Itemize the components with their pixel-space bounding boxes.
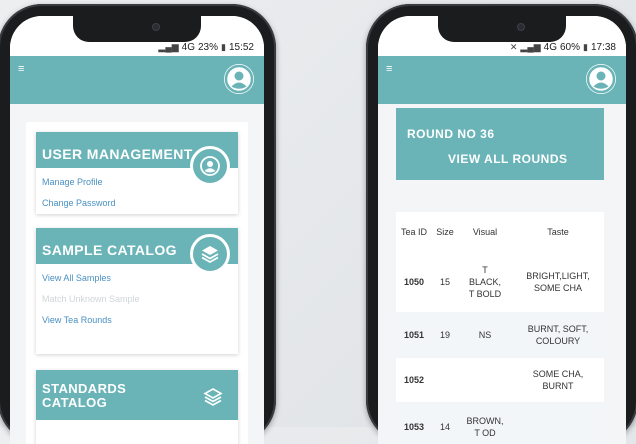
user-avatar-icon — [224, 64, 254, 94]
battery-level: 60% — [560, 42, 581, 53]
app-bar: ≡ — [10, 56, 264, 104]
notch — [73, 16, 201, 42]
user-management-card: USER MANAGEMENT Manage Profile Change Pa… — [36, 132, 238, 214]
tea-id-cell: 1051 — [396, 312, 432, 358]
dashboard: USER MANAGEMENT Manage Profile Change Pa… — [10, 104, 264, 444]
user-icon — [190, 146, 230, 186]
right-screen: ✕ ▂▄▆ 4G 60% ▮ 17:38 ≡ ROUND NO 36 VIEW … — [378, 16, 626, 444]
taste-line: BURNT — [542, 381, 574, 391]
user-avatar-icon — [586, 64, 616, 94]
view-all-rounds-link[interactable]: VIEW ALL ROUNDS — [448, 152, 568, 166]
table-row[interactable]: 1051 19 NS BURNT, SOFT, COLOURY — [396, 312, 604, 358]
round-title: ROUND NO 36 — [407, 127, 495, 141]
visual-cell — [458, 358, 512, 402]
notch — [438, 16, 566, 42]
header-tea-id: Tea ID — [400, 227, 427, 237]
match-unknown-sample-link: Match Unknown Sample — [42, 294, 140, 304]
round-header-card: ROUND NO 36 VIEW ALL ROUNDS — [396, 108, 604, 180]
camera — [518, 24, 524, 30]
clock: 17:38 — [590, 42, 616, 53]
table-row[interactable]: 1050 15 T BLACK, T BOLD BRIGHT,LIGHT, SO… — [396, 252, 604, 312]
taste-line: BURNT, SOFT, — [527, 324, 589, 334]
taste-line: SOME CHA — [533, 283, 582, 293]
layers-icon — [196, 380, 230, 414]
taste-line: COLOURY — [535, 336, 581, 346]
taste-line: BRIGHT,LIGHT, — [526, 271, 590, 281]
tea-id-cell: 1050 — [403, 277, 425, 287]
visual-line: T BOLD — [468, 289, 502, 299]
network-type: 4G — [543, 42, 557, 53]
taste-line: SOME CHA, — [532, 369, 584, 379]
signal-icon: ▂▄▆ — [158, 42, 179, 52]
sample-catalog-card: SAMPLE CATALOG View All Samples Match Un… — [36, 228, 238, 354]
card-title: SAMPLE CATALOG — [42, 242, 177, 258]
taste-cell: BRIGHT,LIGHT, SOME CHA — [512, 252, 604, 312]
profile-button[interactable] — [224, 64, 254, 94]
table-row[interactable]: 1052 SOME CHA, BURNT — [396, 358, 604, 402]
table-row[interactable]: 1053 14 BROWN, T OD — [396, 402, 604, 444]
visual-cell: NS — [458, 312, 512, 358]
visual-cell: BROWN, T OD — [458, 402, 512, 444]
visual-line: BROWN, — [466, 416, 504, 426]
dashboard-panel: USER MANAGEMENT Manage Profile Change Pa… — [26, 122, 248, 444]
rounds-table-container: Tea ID Size Visual Taste 1050 15 T BLACK… — [396, 212, 604, 444]
standards-catalog-card: STANDARDS CATALOG — [36, 370, 238, 444]
card-header: USER MANAGEMENT — [36, 132, 238, 186]
battery-icon: ▮ — [583, 42, 588, 52]
battery-icon: ▮ — [221, 42, 226, 52]
header-size: Size — [436, 227, 454, 237]
app-bar: ≡ — [378, 56, 626, 104]
clock: 15:52 — [228, 42, 254, 53]
left-phone: ▂▄▆ 4G 23% ▮ 15:52 ≡ USER MANAGEMENT Man… — [0, 4, 276, 444]
layers-icon — [190, 234, 230, 274]
mute-icon: ✕ — [509, 42, 518, 52]
view-all-samples-link[interactable]: View All Samples — [42, 273, 232, 283]
profile-button[interactable] — [586, 64, 616, 94]
tea-id-cell: 1053 — [396, 402, 432, 444]
camera — [153, 24, 159, 30]
right-phone: ✕ ▂▄▆ 4G 60% ▮ 17:38 ≡ ROUND NO 36 VIEW … — [366, 4, 636, 444]
card-header: STANDARDS CATALOG — [36, 370, 238, 420]
tea-id-cell: 1052 — [403, 375, 425, 385]
visual-line: T OD — [474, 428, 496, 438]
card-title: USER MANAGEMENT — [42, 146, 193, 162]
visual-line: NS — [478, 330, 492, 340]
view-tea-rounds-link[interactable]: View Tea Rounds — [42, 315, 232, 325]
taste-cell — [512, 402, 604, 444]
menu-icon[interactable]: ≡ — [386, 64, 392, 75]
taste-cell: SOME CHA, BURNT — [512, 358, 604, 402]
header-visual: Visual — [472, 227, 498, 237]
size-cell: 15 — [439, 277, 450, 287]
visual-line: T — [482, 265, 488, 275]
taste-cell: BURNT, SOFT, COLOURY — [512, 312, 604, 358]
header-taste: Taste — [547, 227, 569, 237]
battery-level: 23% — [198, 42, 219, 53]
card-links: View All Samples Match Unknown Sample Vi… — [36, 264, 238, 340]
left-screen: ▂▄▆ 4G 23% ▮ 15:52 ≡ USER MANAGEMENT Man… — [10, 16, 264, 444]
size-cell: 14 — [432, 402, 458, 444]
signal-icon: ▂▄▆ — [520, 42, 541, 52]
tea-rounds-table: Tea ID Size Visual Taste 1050 15 T BLACK… — [396, 212, 604, 444]
network-type: 4G — [181, 42, 195, 53]
change-password-link[interactable]: Change Password — [42, 198, 232, 208]
visual-cell: T BLACK, T BOLD — [458, 252, 512, 312]
table-header-row: Tea ID Size Visual Taste — [396, 212, 604, 252]
size-cell — [432, 358, 458, 402]
card-header: SAMPLE CATALOG — [36, 228, 238, 274]
visual-line: BLACK, — [468, 277, 501, 287]
size-cell: 19 — [432, 312, 458, 358]
menu-icon[interactable]: ≡ — [18, 64, 24, 75]
